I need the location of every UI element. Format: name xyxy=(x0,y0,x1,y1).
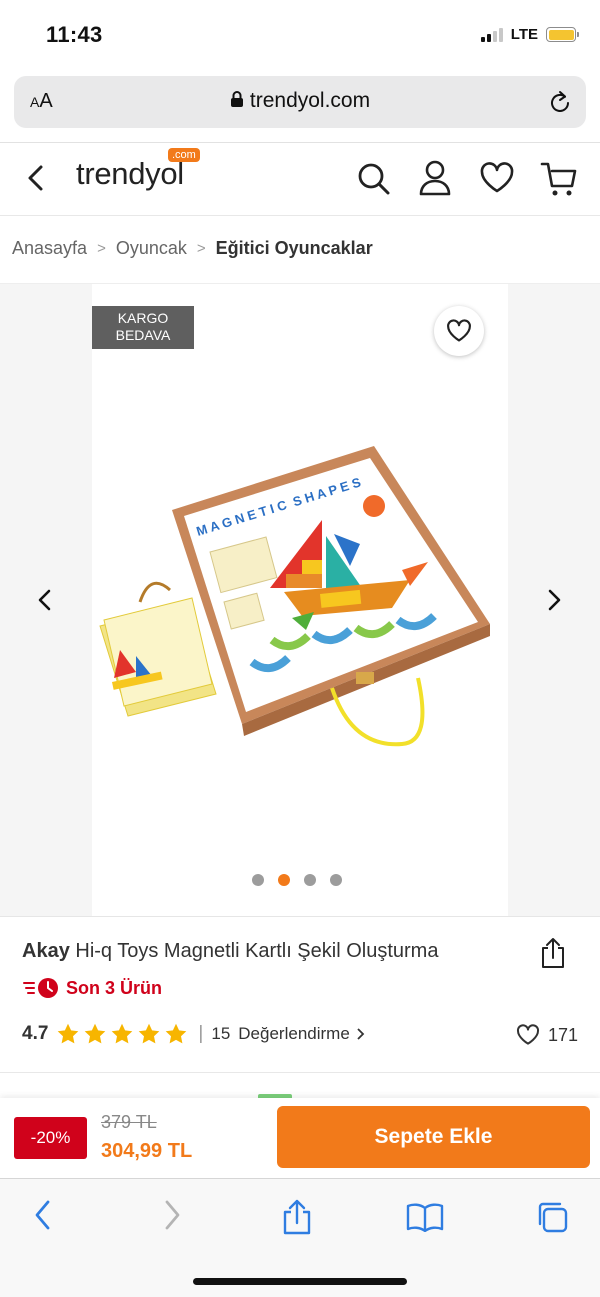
logo-text: trendyol xyxy=(76,156,184,191)
next-image-icon[interactable] xyxy=(545,588,563,612)
review-count[interactable]: 15 xyxy=(211,1024,230,1044)
status-bar: 11:43 LTE xyxy=(0,0,600,70)
address-bar[interactable]: AA trendyol.com xyxy=(14,76,586,128)
product-brand[interactable]: Akay xyxy=(22,940,70,962)
user-icon[interactable] xyxy=(419,160,451,196)
review-label[interactable]: Değerlendirme xyxy=(238,1024,350,1044)
star-icon xyxy=(85,1023,106,1044)
star-icon xyxy=(139,1023,160,1044)
heart-icon xyxy=(516,1024,539,1045)
url-text: trendyol.com xyxy=(249,89,371,112)
star-icon xyxy=(166,1023,187,1044)
signal-icon xyxy=(480,27,503,42)
bookmarks-icon[interactable] xyxy=(406,1202,444,1232)
divider xyxy=(0,1072,600,1073)
current-price: 304,99 TL xyxy=(101,1140,193,1162)
chevron-right-icon xyxy=(357,1028,365,1040)
add-to-cart-button[interactable]: Sepete Ekle xyxy=(277,1106,590,1168)
stock-text: Son 3 Ürün xyxy=(66,977,163,998)
free-shipping-badge: KARGO BEDAVA xyxy=(92,306,194,349)
browser-share-icon[interactable] xyxy=(282,1198,312,1236)
chevron-right-icon: > xyxy=(196,240,206,257)
browser-forward-icon[interactable] xyxy=(161,1198,183,1232)
reload-icon[interactable] xyxy=(548,89,572,115)
divider: | xyxy=(198,1023,204,1044)
low-stock-clock-icon xyxy=(23,978,58,998)
stock-warning: Son 3 Ürün xyxy=(22,976,162,1000)
chevron-right-icon: > xyxy=(97,240,106,257)
star-icon xyxy=(58,1023,79,1044)
trendyol-logo[interactable]: trendyol .com xyxy=(76,148,200,192)
product-illustration: M A G N E T I C S H A P E S xyxy=(99,446,490,747)
clock: 11:43 xyxy=(46,22,103,47)
breadcrumb-item[interactable]: Oyuncak xyxy=(116,238,187,259)
pagination-dot-active[interactable] xyxy=(278,874,290,886)
old-price: 379 TL xyxy=(101,1112,157,1132)
pagination-dot[interactable] xyxy=(330,874,342,886)
rating-summary[interactable]: 4.7 | 15 Değerlendirme xyxy=(22,1022,366,1046)
favorite-count[interactable]: 171 xyxy=(516,1024,578,1046)
rating-value: 4.7 xyxy=(22,1023,49,1044)
breadcrumb: Anasayfa > Oyuncak > Eğitici Oyuncaklar xyxy=(12,238,373,259)
logo-badge: .com xyxy=(168,148,200,162)
back-icon[interactable] xyxy=(26,164,46,192)
browser-back-icon[interactable] xyxy=(32,1198,54,1232)
discount-badge: -20% xyxy=(14,1117,87,1159)
url-display[interactable]: trendyol.com xyxy=(14,89,586,113)
product-title: Akay Hi-q Toys Magnetli Kartlı Şekil Olu… xyxy=(22,940,438,963)
divider xyxy=(0,916,600,917)
status-indicators: LTE xyxy=(480,26,579,43)
home-indicator xyxy=(193,1278,407,1285)
badge-line: KARGO xyxy=(117,310,169,326)
breadcrumb-item[interactable]: Anasayfa xyxy=(12,238,87,259)
image-gallery[interactable]: M A G N E T I C S H A P E S xyxy=(0,284,600,916)
network-label: LTE xyxy=(510,26,538,43)
lock-icon xyxy=(230,91,243,107)
search-icon[interactable] xyxy=(357,162,391,196)
breadcrumb-current[interactable]: Eğitici Oyuncaklar xyxy=(216,238,373,259)
prev-image-icon[interactable] xyxy=(36,588,54,612)
product-image[interactable]: M A G N E T I C S H A P E S xyxy=(92,284,508,916)
favorite-count-value: 171 xyxy=(547,1024,578,1045)
star-icon xyxy=(112,1023,133,1044)
divider xyxy=(0,215,600,216)
gallery-pagination[interactable] xyxy=(252,874,342,886)
rating-stars xyxy=(56,1022,188,1046)
heart-icon xyxy=(447,319,471,342)
cart-icon[interactable] xyxy=(540,160,578,198)
heart-icon[interactable] xyxy=(479,162,515,194)
pagination-dot[interactable] xyxy=(304,874,316,886)
favorite-button[interactable] xyxy=(434,306,484,356)
share-icon[interactable] xyxy=(540,936,566,970)
pagination-dot[interactable] xyxy=(252,874,264,886)
product-name: Hi-q Toys Magnetli Kartlı Şekil Oluşturm… xyxy=(75,940,439,962)
battery-icon xyxy=(546,27,579,42)
badge-line: BEDAVA xyxy=(115,327,171,343)
tabs-icon[interactable] xyxy=(535,1200,569,1234)
